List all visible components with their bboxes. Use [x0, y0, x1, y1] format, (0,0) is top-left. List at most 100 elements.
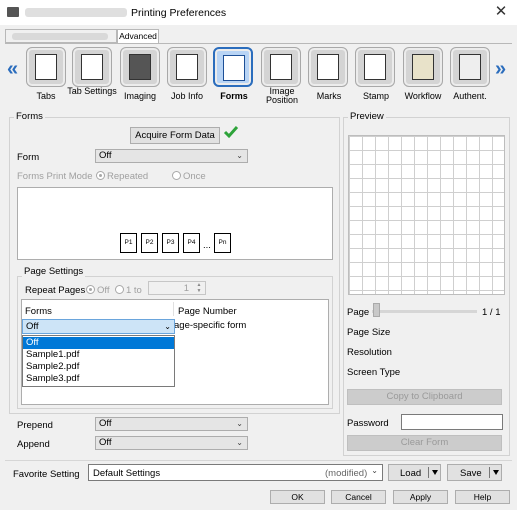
password-label: Password [347, 418, 389, 429]
table-row-forms-select[interactable]: Off ⌄ [22, 319, 175, 334]
tabs-icon[interactable] [26, 47, 66, 87]
save-dropdown-icon[interactable] [493, 470, 499, 475]
radio-repeat-range-indicator [115, 285, 124, 294]
marks-icon[interactable] [308, 47, 348, 87]
dropdown-option[interactable]: Sample1.pdf [23, 349, 174, 361]
stamp-icon[interactable] [355, 47, 395, 87]
forms-print-mode-label: Forms Print Mode [17, 171, 93, 182]
nav-label-authentication: Authent. [453, 91, 487, 101]
prepend-select-value: Off [99, 418, 112, 429]
tab-general[interactable] [5, 29, 117, 43]
checkmark-icon [223, 124, 239, 143]
tab-general-label-redacted [12, 33, 108, 40]
acquire-form-data-button[interactable]: Acquire Form Data [130, 127, 220, 144]
imaging-icon[interactable] [120, 47, 160, 87]
radio-repeat-off-indicator [86, 285, 95, 294]
append-select-value: Off [99, 437, 112, 448]
table-col-divider [173, 302, 174, 316]
radio-repeat-range[interactable]: 1 to [115, 285, 142, 296]
favorite-setting-select[interactable]: Default Settings (modified) ⌄ [88, 464, 383, 481]
chevron-down-icon: ⌄ [236, 151, 243, 160]
radio-repeated[interactable]: Repeated [96, 171, 148, 182]
job-info-glyph [176, 54, 198, 80]
authentication-icon[interactable] [450, 47, 490, 87]
dropdown-option[interactable]: Sample3.pdf [23, 373, 174, 385]
tab-settings-icon[interactable] [72, 47, 112, 87]
page-icon-p2: P2 [141, 233, 158, 253]
nav-label-forms: Forms [220, 91, 248, 101]
screen-type-label: Screen Type [347, 367, 401, 378]
forms-icon[interactable] [213, 47, 253, 87]
radio-repeat-range-label: 1 to [126, 285, 142, 296]
imaging-glyph [129, 54, 151, 80]
stepper-arrows-icon[interactable]: ▲ ▼ [194, 282, 204, 294]
form-select[interactable]: Off ⌄ [95, 149, 248, 163]
table-col-page-number: Page Number [178, 306, 237, 317]
radio-once[interactable]: Once [172, 171, 206, 182]
tab-advanced[interactable]: Advanced [117, 29, 159, 43]
nav-left-arrow[interactable]: « [7, 58, 18, 81]
radio-once-label: Once [183, 171, 206, 182]
marks-glyph [317, 54, 339, 80]
page-slider-thumb[interactable] [373, 303, 380, 317]
image-position-glyph [270, 54, 292, 80]
repeat-pages-label: Repeat Pages [25, 285, 86, 296]
help-button[interactable]: Help [455, 490, 510, 504]
dropdown-option[interactable]: Sample2.pdf [23, 361, 174, 373]
radio-repeated-indicator [96, 171, 105, 180]
tab-divider [5, 43, 512, 44]
page-icon-p4: P4 [183, 233, 200, 253]
table-row-page-number-text: age-specific form [174, 320, 247, 331]
dropdown-option[interactable]: Off [23, 337, 174, 349]
favorite-modified-text: (modified) [325, 468, 368, 479]
page-icon-p1: P1 [120, 233, 137, 253]
preview-page-count: 1 / 1 [482, 307, 501, 318]
authentication-glyph [459, 54, 481, 80]
close-icon[interactable]: ✕ [490, 3, 512, 21]
chevron-down-icon: ⌄ [236, 438, 243, 447]
range-stepper[interactable]: 1 ▲ ▼ [148, 281, 206, 295]
printer-name-redacted [25, 8, 127, 17]
save-button[interactable]: Save [447, 464, 502, 481]
tab-settings-glyph [81, 54, 103, 80]
chevron-down-icon: ⌄ [236, 419, 243, 428]
forms-section-title: Forms [14, 111, 45, 122]
page-slider-track[interactable] [372, 310, 477, 313]
printer-app-icon [7, 7, 19, 17]
page-settings-title: Page Settings [22, 266, 86, 277]
favorite-setting-value: Default Settings [93, 468, 161, 479]
favorite-setting-label: Favorite Setting [13, 469, 80, 480]
table-col-forms: Forms [25, 306, 52, 317]
range-stepper-value: 1 [183, 283, 189, 294]
job-info-icon[interactable] [167, 47, 207, 87]
resolution-label: Resolution [347, 347, 392, 358]
load-button[interactable]: Load [388, 464, 441, 481]
prepend-label: Prepend [17, 420, 53, 431]
load-button-label: Load [400, 468, 422, 479]
save-button-label: Save [460, 468, 482, 479]
radio-repeated-label: Repeated [107, 171, 149, 182]
nav-right-arrow[interactable]: » [495, 58, 506, 81]
preview-page-label: Page [347, 307, 370, 318]
append-select[interactable]: Off ⌄ [95, 436, 248, 450]
password-input[interactable] [401, 414, 503, 430]
ok-button[interactable]: OK [270, 490, 325, 504]
page-icon-p3: P3 [162, 233, 179, 253]
workflow-icon[interactable] [403, 47, 443, 87]
chevron-down-icon: ⌄ [371, 466, 378, 475]
save-dropdown-divider [489, 467, 490, 478]
chevron-down-icon: ⌄ [164, 322, 171, 331]
apply-button[interactable]: Apply [393, 490, 448, 504]
load-dropdown-divider [428, 467, 429, 478]
cancel-button[interactable]: Cancel [331, 490, 386, 504]
preview-title: Preview [348, 111, 386, 122]
copy-to-clipboard-button[interactable]: Copy to Clipboard [347, 389, 502, 405]
forms-glyph [223, 55, 245, 81]
clear-form-button[interactable]: Clear Form [347, 435, 502, 451]
radio-repeat-off[interactable]: Off [86, 285, 110, 296]
table-row-forms-value: Off [26, 321, 39, 332]
prepend-select[interactable]: Off ⌄ [95, 417, 248, 431]
load-dropdown-icon[interactable] [432, 470, 438, 475]
image-position-icon[interactable] [261, 47, 301, 87]
page-icon-pn: Pn [214, 233, 231, 253]
